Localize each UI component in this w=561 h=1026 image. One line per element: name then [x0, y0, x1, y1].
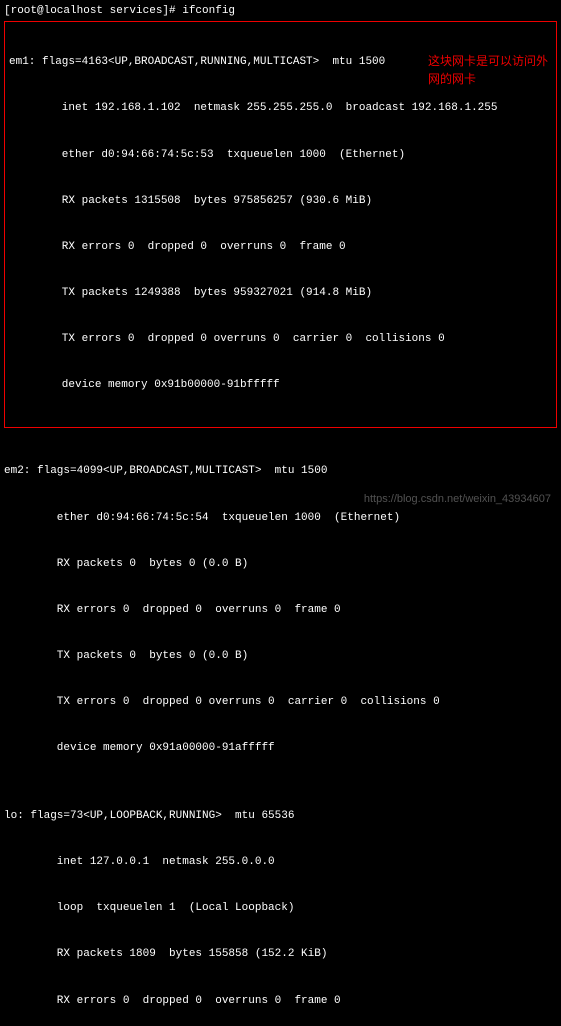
lo-header: lo: flags=73<UP,LOOPBACK,RUNNING> mtu 65…: [4, 809, 557, 824]
lo-inet: inet 127.0.0.1 netmask 255.0.0.0: [4, 855, 557, 870]
lo-rx-errors: RX errors 0 dropped 0 overruns 0 frame 0: [4, 994, 557, 1009]
em1-ether: ether d0:94:66:74:5c:53 txqueuelen 1000 …: [9, 148, 552, 163]
interface-lo-block: lo: flags=73<UP,LOOPBACK,RUNNING> mtu 65…: [4, 778, 557, 1026]
em2-rx-packets: RX packets 0 bytes 0 (0.0 B): [4, 557, 557, 572]
shell-prompt: [root@localhost services]# ifconfig: [4, 4, 557, 19]
em1-device-memory: device memory 0x91b00000-91bfffff: [9, 378, 552, 393]
em2-tx-errors: TX errors 0 dropped 0 overruns 0 carrier…: [4, 695, 557, 710]
lo-loop: loop txqueuelen 1 (Local Loopback): [4, 901, 557, 916]
annotation-em1: 这块网卡是可以访问外网的网卡: [428, 52, 548, 88]
interface-em2-block: em2: flags=4099<UP,BROADCAST,MULTICAST> …: [4, 434, 557, 773]
em2-header: em2: flags=4099<UP,BROADCAST,MULTICAST> …: [4, 464, 557, 479]
watermark-text: https://blog.csdn.net/weixin_43934607: [364, 492, 551, 507]
em1-rx-errors: RX errors 0 dropped 0 overruns 0 frame 0: [9, 240, 552, 255]
em1-inet: inet 192.168.1.102 netmask 255.255.255.0…: [9, 101, 552, 116]
em1-tx-packets: TX packets 1249388 bytes 959327021 (914.…: [9, 286, 552, 301]
em2-tx-packets: TX packets 0 bytes 0 (0.0 B): [4, 649, 557, 664]
lo-rx-packets: RX packets 1809 bytes 155858 (152.2 KiB): [4, 947, 557, 962]
em2-device-memory: device memory 0x91a00000-91afffff: [4, 741, 557, 756]
em1-rx-packets: RX packets 1315508 bytes 975856257 (930.…: [9, 194, 552, 209]
interface-em1-box: em1: flags=4163<UP,BROADCAST,RUNNING,MUL…: [4, 21, 557, 427]
em2-rx-errors: RX errors 0 dropped 0 overruns 0 frame 0: [4, 603, 557, 618]
em1-tx-errors: TX errors 0 dropped 0 overruns 0 carrier…: [9, 332, 552, 347]
